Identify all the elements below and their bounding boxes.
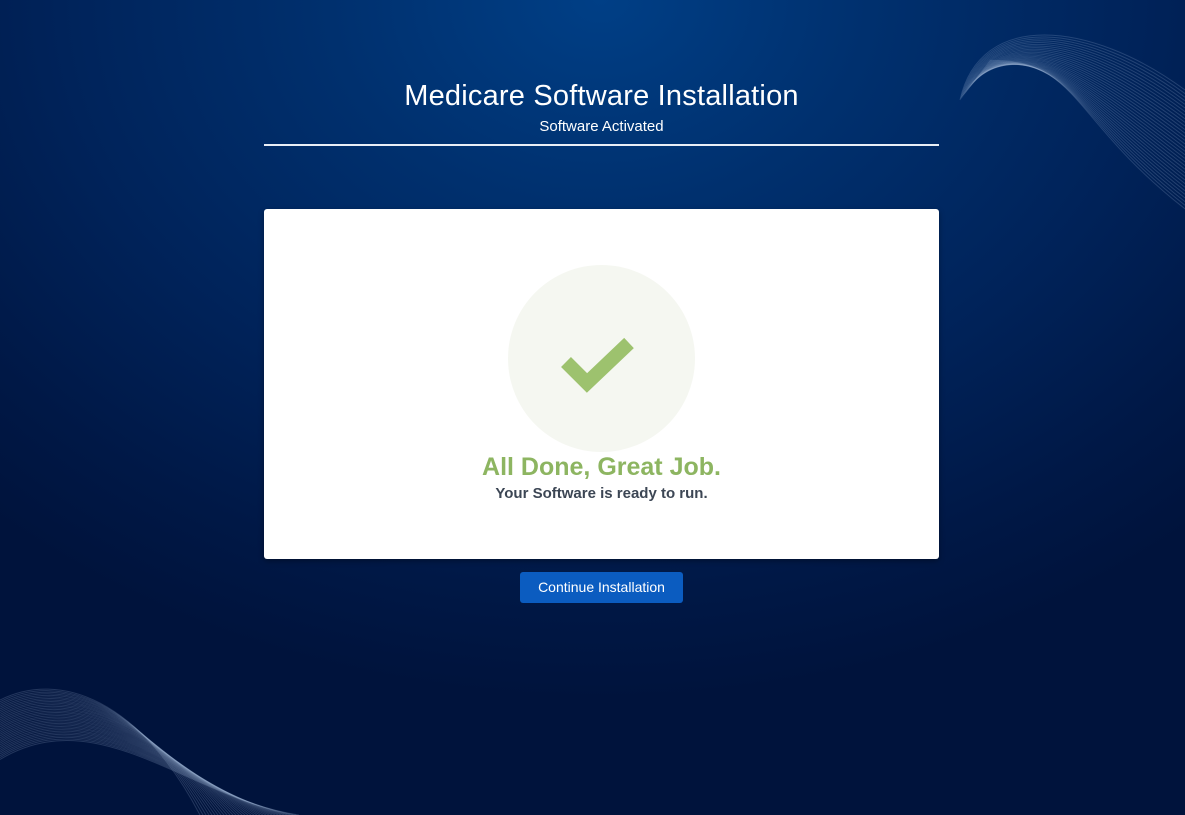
status-card: All Done, Great Job. Your Software is re… — [264, 209, 939, 559]
checkmark-icon — [561, 337, 634, 393]
decorative-wave-top-right — [959, 34, 1185, 210]
success-badge — [508, 265, 695, 452]
header-divider — [264, 144, 939, 146]
decorative-wave-bottom-left — [0, 688, 300, 815]
continue-installation-button[interactable]: Continue Installation — [520, 572, 683, 603]
page-header: Medicare Software Installation Software … — [264, 78, 939, 137]
success-heading: All Done, Great Job. — [482, 453, 721, 481]
success-message: Your Software is ready to run. — [495, 485, 708, 502]
page-subtitle: Software Activated — [539, 118, 664, 135]
page-title: Medicare Software Installation — [404, 80, 799, 112]
